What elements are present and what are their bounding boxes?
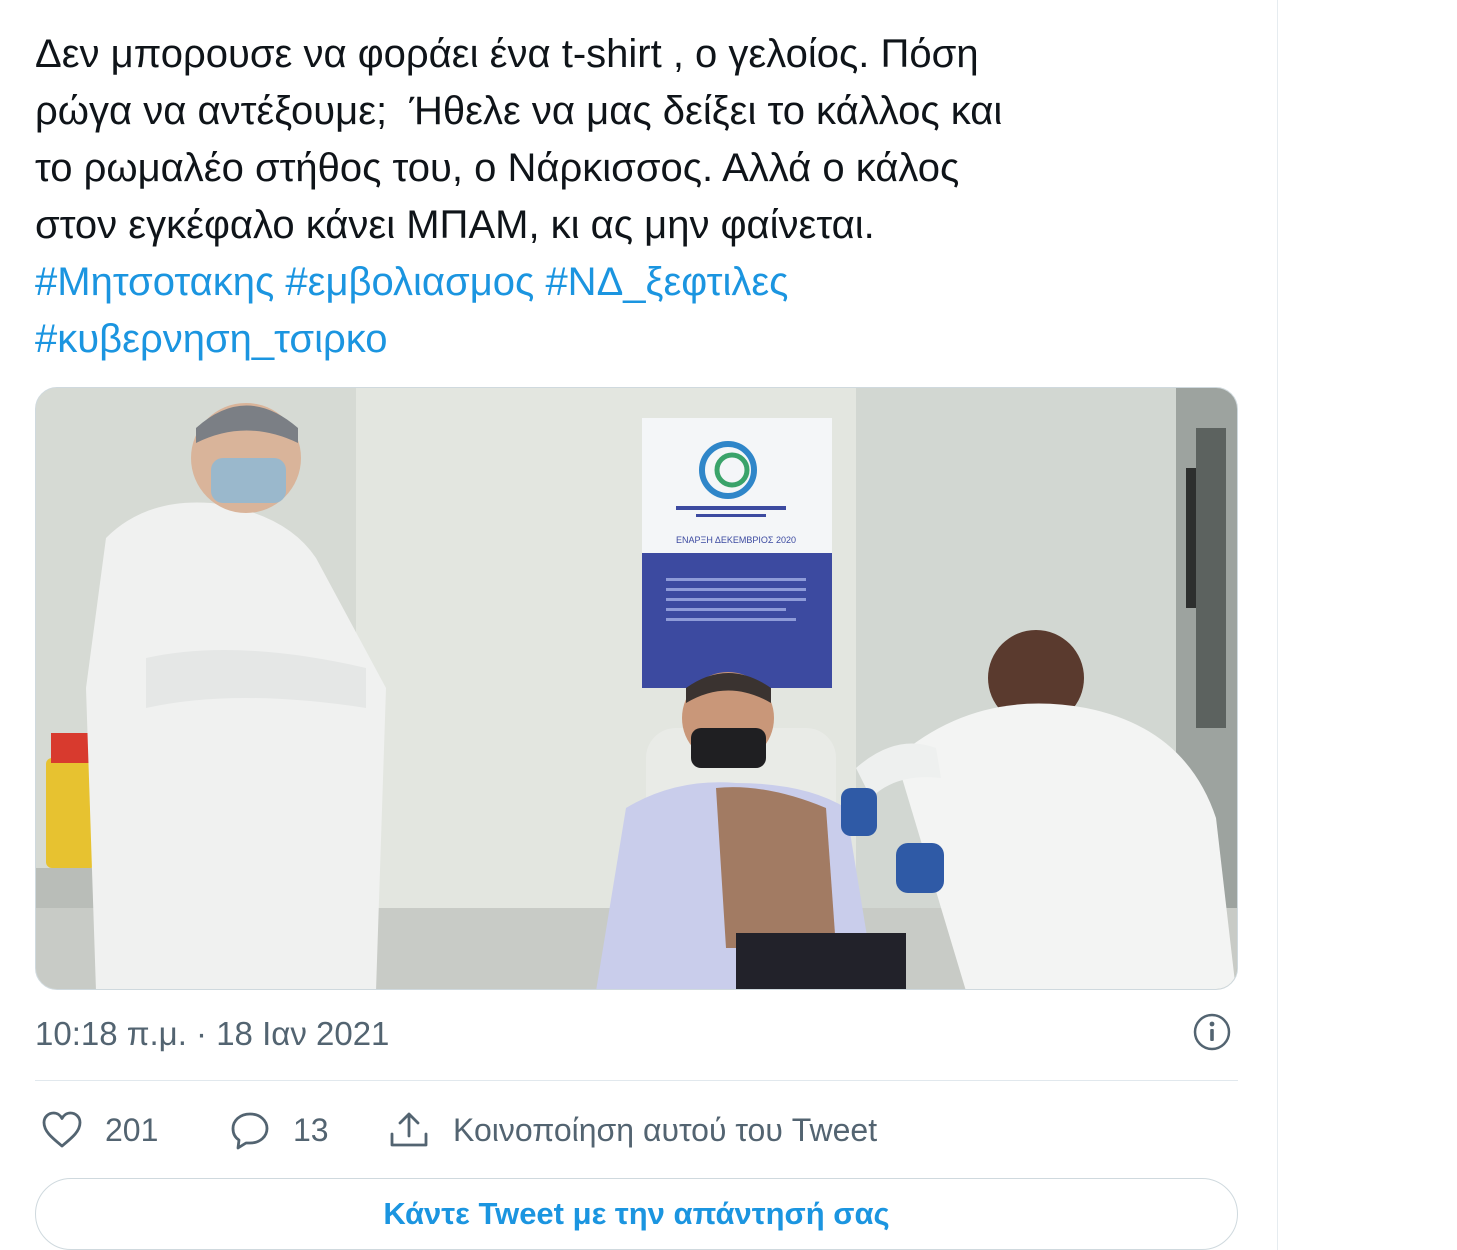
reply-button[interactable]: 13: [229, 1100, 329, 1160]
hashtag-link[interactable]: #ΝΔ_ξεφτιλες: [545, 260, 788, 304]
share-label: Κοινοποίηση αυτού του Tweet: [453, 1111, 878, 1148]
poster-caption: ΕΝΑΡΞΗ ΔΕΚΕΜΒΡΙΟΣ 2020: [676, 535, 796, 545]
reply-tweet-button[interactable]: Κάντε Tweet με την απάντησή σας: [35, 1178, 1238, 1250]
tweet-timestamp[interactable]: 10:18 π.μ. · 18 Ιαν 2021: [35, 1015, 389, 1053]
tweet-actions: 201 13 Κοινοποίηση αυτού του Tweet: [35, 1100, 1238, 1160]
reply-count: 13: [293, 1111, 329, 1148]
tweet-detail: Δεν μπορουσε να φοράει ένα t-shirt , ο γ…: [0, 0, 1278, 1250]
tweet-text-line: Δεν μπορουσε να φοράει ένα t-shirt , ο γ…: [35, 32, 979, 76]
hashtag-link[interactable]: #εμβολιασμος: [285, 260, 534, 304]
hashtag-link[interactable]: #Μητσοτακης: [35, 260, 274, 304]
hashtag-line: #Μητσοτακης #εμβολιασμος #ΝΔ_ξεφτιλες: [35, 254, 1235, 311]
meta-divider: [35, 1080, 1238, 1081]
tweet-photo[interactable]: ΕΝΑΡΞΗ ΔΕΚΕΜΒΡΙΟΣ 2020: [35, 387, 1238, 990]
like-count: 201: [105, 1111, 159, 1148]
tweet-text: Δεν μπορουσε να φοράει ένα t-shirt , ο γ…: [35, 26, 1235, 368]
photo-vaccination-scene: ΕΝΑΡΞΗ ΔΕΚΕΜΒΡΙΟΣ 2020: [36, 388, 1237, 989]
tweet-text-line: ρώγα να αντέξουμε; Ήθελε να μας δείξει τ…: [35, 89, 1003, 133]
like-button[interactable]: 201: [41, 1100, 158, 1160]
tweet-text-line: το ρωμαλέο στήθος του, ο Νάρκισσος. Αλλά…: [35, 146, 960, 190]
share-icon: [390, 1112, 428, 1147]
poster: ΕΝΑΡΞΗ ΔΕΚΕΜΒΡΙΟΣ 2020: [642, 418, 832, 688]
tweet-meta: 10:18 π.μ. · 18 Ιαν 2021: [35, 1010, 1238, 1060]
comment-icon: [231, 1112, 269, 1150]
heart-icon: [42, 1111, 82, 1148]
share-button[interactable]: Κοινοποίηση αυτού του Tweet: [387, 1100, 877, 1160]
hashtag-link[interactable]: #κυβερνηση_τσιρκο: [35, 317, 387, 361]
info-icon[interactable]: [1192, 1012, 1232, 1052]
tweet-text-line: στον εγκέφαλο κάνει ΜΠΑΜ, κι ας μην φαίν…: [35, 203, 875, 247]
hashtag-line: #κυβερνηση_τσιρκο: [35, 311, 1235, 368]
